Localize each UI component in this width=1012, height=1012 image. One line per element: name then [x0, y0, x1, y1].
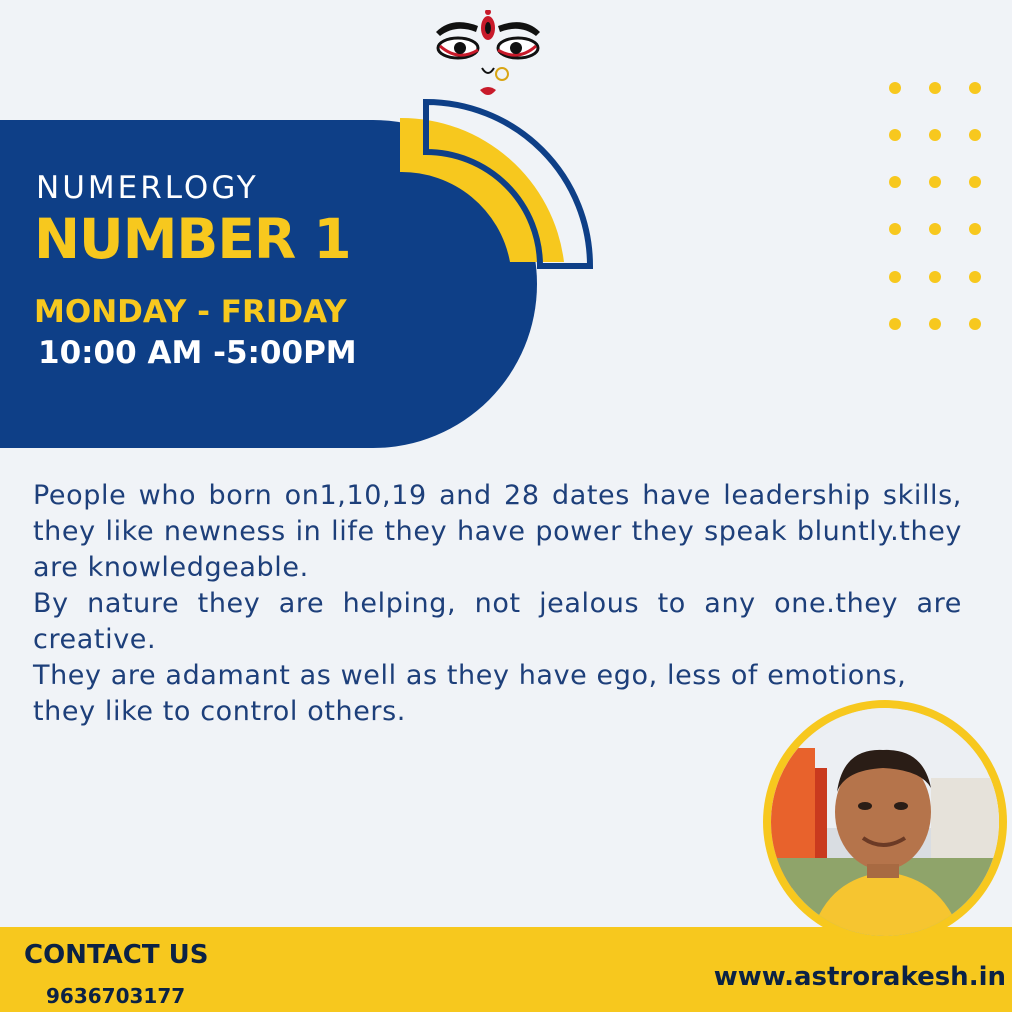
description-paragraph: People who born on1,10,19 and 28 dates h… — [33, 480, 962, 583]
deity-face-icon — [436, 10, 540, 95]
contact-label: CONTACT US — [24, 940, 209, 970]
astrologer-photo — [763, 700, 1007, 944]
person-photo-icon — [771, 708, 999, 936]
arc-decoration — [400, 98, 594, 269]
contact-phone[interactable]: 9636703177 — [46, 984, 185, 1008]
heading-small: NUMERLOGY — [36, 170, 259, 206]
schedule-hours: 10:00 AM -5:00PM — [38, 335, 357, 371]
description-paragraph: By nature they are helping, not jealous … — [33, 588, 962, 655]
dot-grid-decoration — [889, 82, 981, 330]
website-link[interactable]: www.astrorakesh.in — [714, 962, 1006, 992]
description: People who born on1,10,19 and 28 dates h… — [33, 478, 962, 730]
schedule-days: MONDAY - FRIDAY — [34, 294, 347, 330]
heading-big: NUMBER 1 — [34, 207, 352, 271]
